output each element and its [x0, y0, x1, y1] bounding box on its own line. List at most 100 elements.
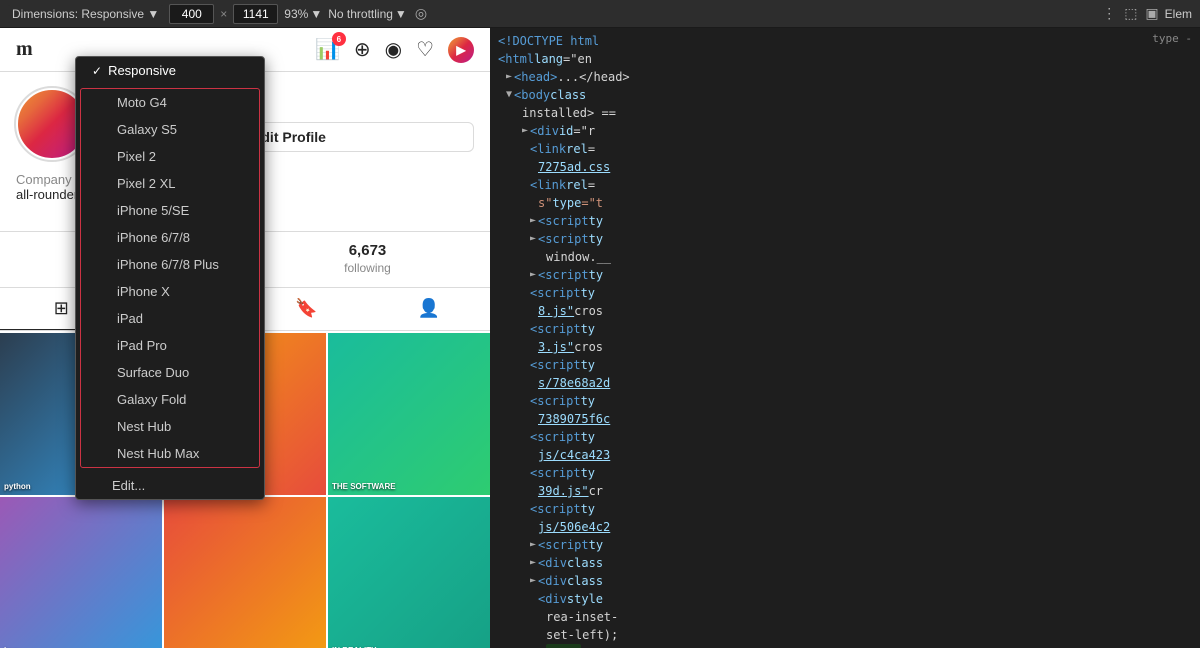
code-line-4: ▼ <body class [490, 86, 1200, 104]
code-line-10: s" type="t [490, 194, 1200, 212]
code-line-1: <!DOCTYPE html [490, 32, 1200, 50]
dropdown-item-iphone-678-plus[interactable]: iPhone 6/7/8 Plus [81, 251, 259, 278]
more-options-icon[interactable]: ⋮ [1100, 3, 1118, 24]
following-stat[interactable]: 6,673 following [245, 232, 490, 287]
explore-icon[interactable]: ◉ [385, 37, 402, 62]
activity-icon[interactable]: 📊 6 [315, 37, 340, 62]
device-dropdown-menu: ✓ Responsive Moto G4 Galaxy S5 Pixel 2 [75, 56, 265, 500]
throttle-label: No throttling [328, 7, 393, 21]
dropdown-item-nest-hub-max[interactable]: Nest Hub Max [81, 440, 259, 467]
code-line-23: <script ty [490, 428, 1200, 446]
dropdown-label-nest-hub: Nest Hub [117, 419, 171, 434]
throttle-dropdown[interactable]: No throttling ▼ [328, 7, 407, 21]
heart-icon[interactable]: ♡ [416, 37, 434, 62]
dropdown-item-iphone-x[interactable]: iPhone X [81, 278, 259, 305]
tagged-tab[interactable]: 👤 [368, 288, 491, 330]
dropdown-label-iphone-x: iPhone X [117, 284, 170, 299]
mobile-preview-pane: m 📊 6 ⊕ ◉ ♡ ▶ techviral ◌ [0, 28, 490, 648]
notification-badge: 6 [332, 32, 346, 46]
dropdown-label-galaxy-s5: Galaxy S5 [117, 122, 177, 137]
dropdown-label-galaxy-fold: Galaxy Fold [117, 392, 186, 407]
dropdown-item-edit[interactable]: Edit... [76, 472, 264, 499]
toolbar-right: ⋮ ⬚ ▣ Elem [1100, 3, 1192, 24]
code-line-33: rea-inset- [490, 608, 1200, 626]
zoom-dropdown[interactable]: 93% ▼ [284, 7, 322, 21]
code-line-20: s/78e68a2d [490, 374, 1200, 392]
dropdown-label-ipad: iPad [117, 311, 143, 326]
code-line-13: window.__ [490, 248, 1200, 266]
code-line-6: ► <div id="r [490, 122, 1200, 140]
width-input[interactable] [169, 4, 214, 24]
code-line-29: ► <script ty [490, 536, 1200, 554]
code-line-31: ► <div class [490, 572, 1200, 590]
photo-cell-5[interactable] [164, 497, 326, 648]
dropdown-label-moto-g4: Moto G4 [117, 95, 167, 110]
dropdown-item-galaxy-fold[interactable]: Galaxy Fold [81, 386, 259, 413]
capture-icon[interactable]: ◎ [413, 3, 429, 24]
code-line-14: ► <script ty [490, 266, 1200, 284]
main-area: m 📊 6 ⊕ ◉ ♡ ▶ techviral ◌ [0, 28, 1200, 648]
dropdown-label-pixel-2-xl: Pixel 2 XL [117, 176, 176, 191]
code-line-18: 3.js" cros [490, 338, 1200, 356]
dropdown-item-pixel-2[interactable]: Pixel 2 [81, 143, 259, 170]
height-input[interactable] [233, 4, 278, 24]
devtools-label: Elem [1165, 7, 1192, 21]
flex-badge: flex [546, 644, 581, 648]
nav-icons: 📊 6 ⊕ ◉ ♡ ▶ [315, 37, 474, 63]
code-line-11: ► <script ty [490, 212, 1200, 230]
code-line-2: <html lang="en [490, 50, 1200, 68]
select-element-icon[interactable]: ⬚ [1122, 3, 1139, 24]
device-section: Moto G4 Galaxy S5 Pixel 2 Pixel 2 XL [80, 88, 260, 468]
dropdown-item-pixel-2-xl[interactable]: Pixel 2 XL [81, 170, 259, 197]
check-icon: ✓ [92, 64, 102, 78]
photo-cell-3[interactable]: THE SOFTWARE [328, 333, 490, 495]
instagram-logo: m [16, 38, 33, 61]
code-line-34: set-left); [490, 626, 1200, 644]
code-line-35: flex [490, 644, 1200, 648]
dropdown-item-nest-hub[interactable]: Nest Hub [81, 413, 259, 440]
dropdown-label-iphone-678: iPhone 6/7/8 [117, 230, 190, 245]
dropdown-item-responsive[interactable]: ✓ Responsive [76, 57, 264, 84]
code-line-21: <script ty [490, 392, 1200, 410]
code-line-3: ► <head>...</head> [490, 68, 1200, 86]
code-line-30: ► <div class [490, 554, 1200, 572]
code-line-27: <script ty [490, 500, 1200, 518]
code-line-16: 8.js" cros [490, 302, 1200, 320]
photo-label-3: THE SOFTWARE [332, 482, 396, 491]
dropdown-item-iphone-5se[interactable]: iPhone 5/SE [81, 197, 259, 224]
code-line-19: <script ty [490, 356, 1200, 374]
throttle-arrow: ▼ [395, 7, 407, 21]
dropdown-label-surface-duo: Surface Duo [117, 365, 189, 380]
devtools-toolbar: Dimensions: Responsive ▼ × 93% ▼ No thro… [0, 0, 1200, 28]
toggle-panel-icon[interactable]: ▣ [1143, 3, 1160, 24]
code-line-32: <div style [490, 590, 1200, 608]
code-pane: <!DOCTYPE html <html lang="en ► <head>..… [490, 28, 1200, 648]
dropdown-item-galaxy-s5[interactable]: Galaxy S5 [81, 116, 259, 143]
code-line-26: 39d.js" cr [490, 482, 1200, 500]
code-line-24: js/c4ca423 [490, 446, 1200, 464]
code-line-17: <script ty [490, 320, 1200, 338]
dropdown-item-moto-g4[interactable]: Moto G4 [81, 89, 259, 116]
profile-avatar-nav[interactable]: ▶ [448, 37, 474, 63]
type-label: type - [1152, 30, 1192, 48]
code-line-15: <script ty [490, 284, 1200, 302]
dropdown-label-nest-hub-max: Nest Hub Max [117, 446, 199, 461]
home-icon[interactable]: ⊕ [354, 37, 371, 62]
following-label: following [344, 261, 391, 275]
dimensions-dropdown[interactable]: Dimensions: Responsive ▼ [8, 5, 163, 23]
dropdown-item-iphone-678[interactable]: iPhone 6/7/8 [81, 224, 259, 251]
photo-label-1: python [4, 482, 31, 491]
photo-cell-6[interactable]: IN REALITY [328, 497, 490, 648]
code-line-22: 7389075f6c [490, 410, 1200, 428]
dropdown-label-iphone-678-plus: iPhone 6/7/8 Plus [117, 257, 219, 272]
dropdown-item-ipad-pro[interactable]: iPad Pro [81, 332, 259, 359]
code-line-25: <script ty [490, 464, 1200, 482]
dropdown-label-ipad-pro: iPad Pro [117, 338, 167, 353]
dropdown-item-ipad[interactable]: iPad [81, 305, 259, 332]
code-line-8: 7275ad.css [490, 158, 1200, 176]
code-line-12: ► <script ty [490, 230, 1200, 248]
dropdown-item-surface-duo[interactable]: Surface Duo [81, 359, 259, 386]
following-count: 6,673 [245, 242, 490, 259]
dropdown-label-pixel-2: Pixel 2 [117, 149, 156, 164]
photo-cell-4[interactable]: java [0, 497, 162, 648]
